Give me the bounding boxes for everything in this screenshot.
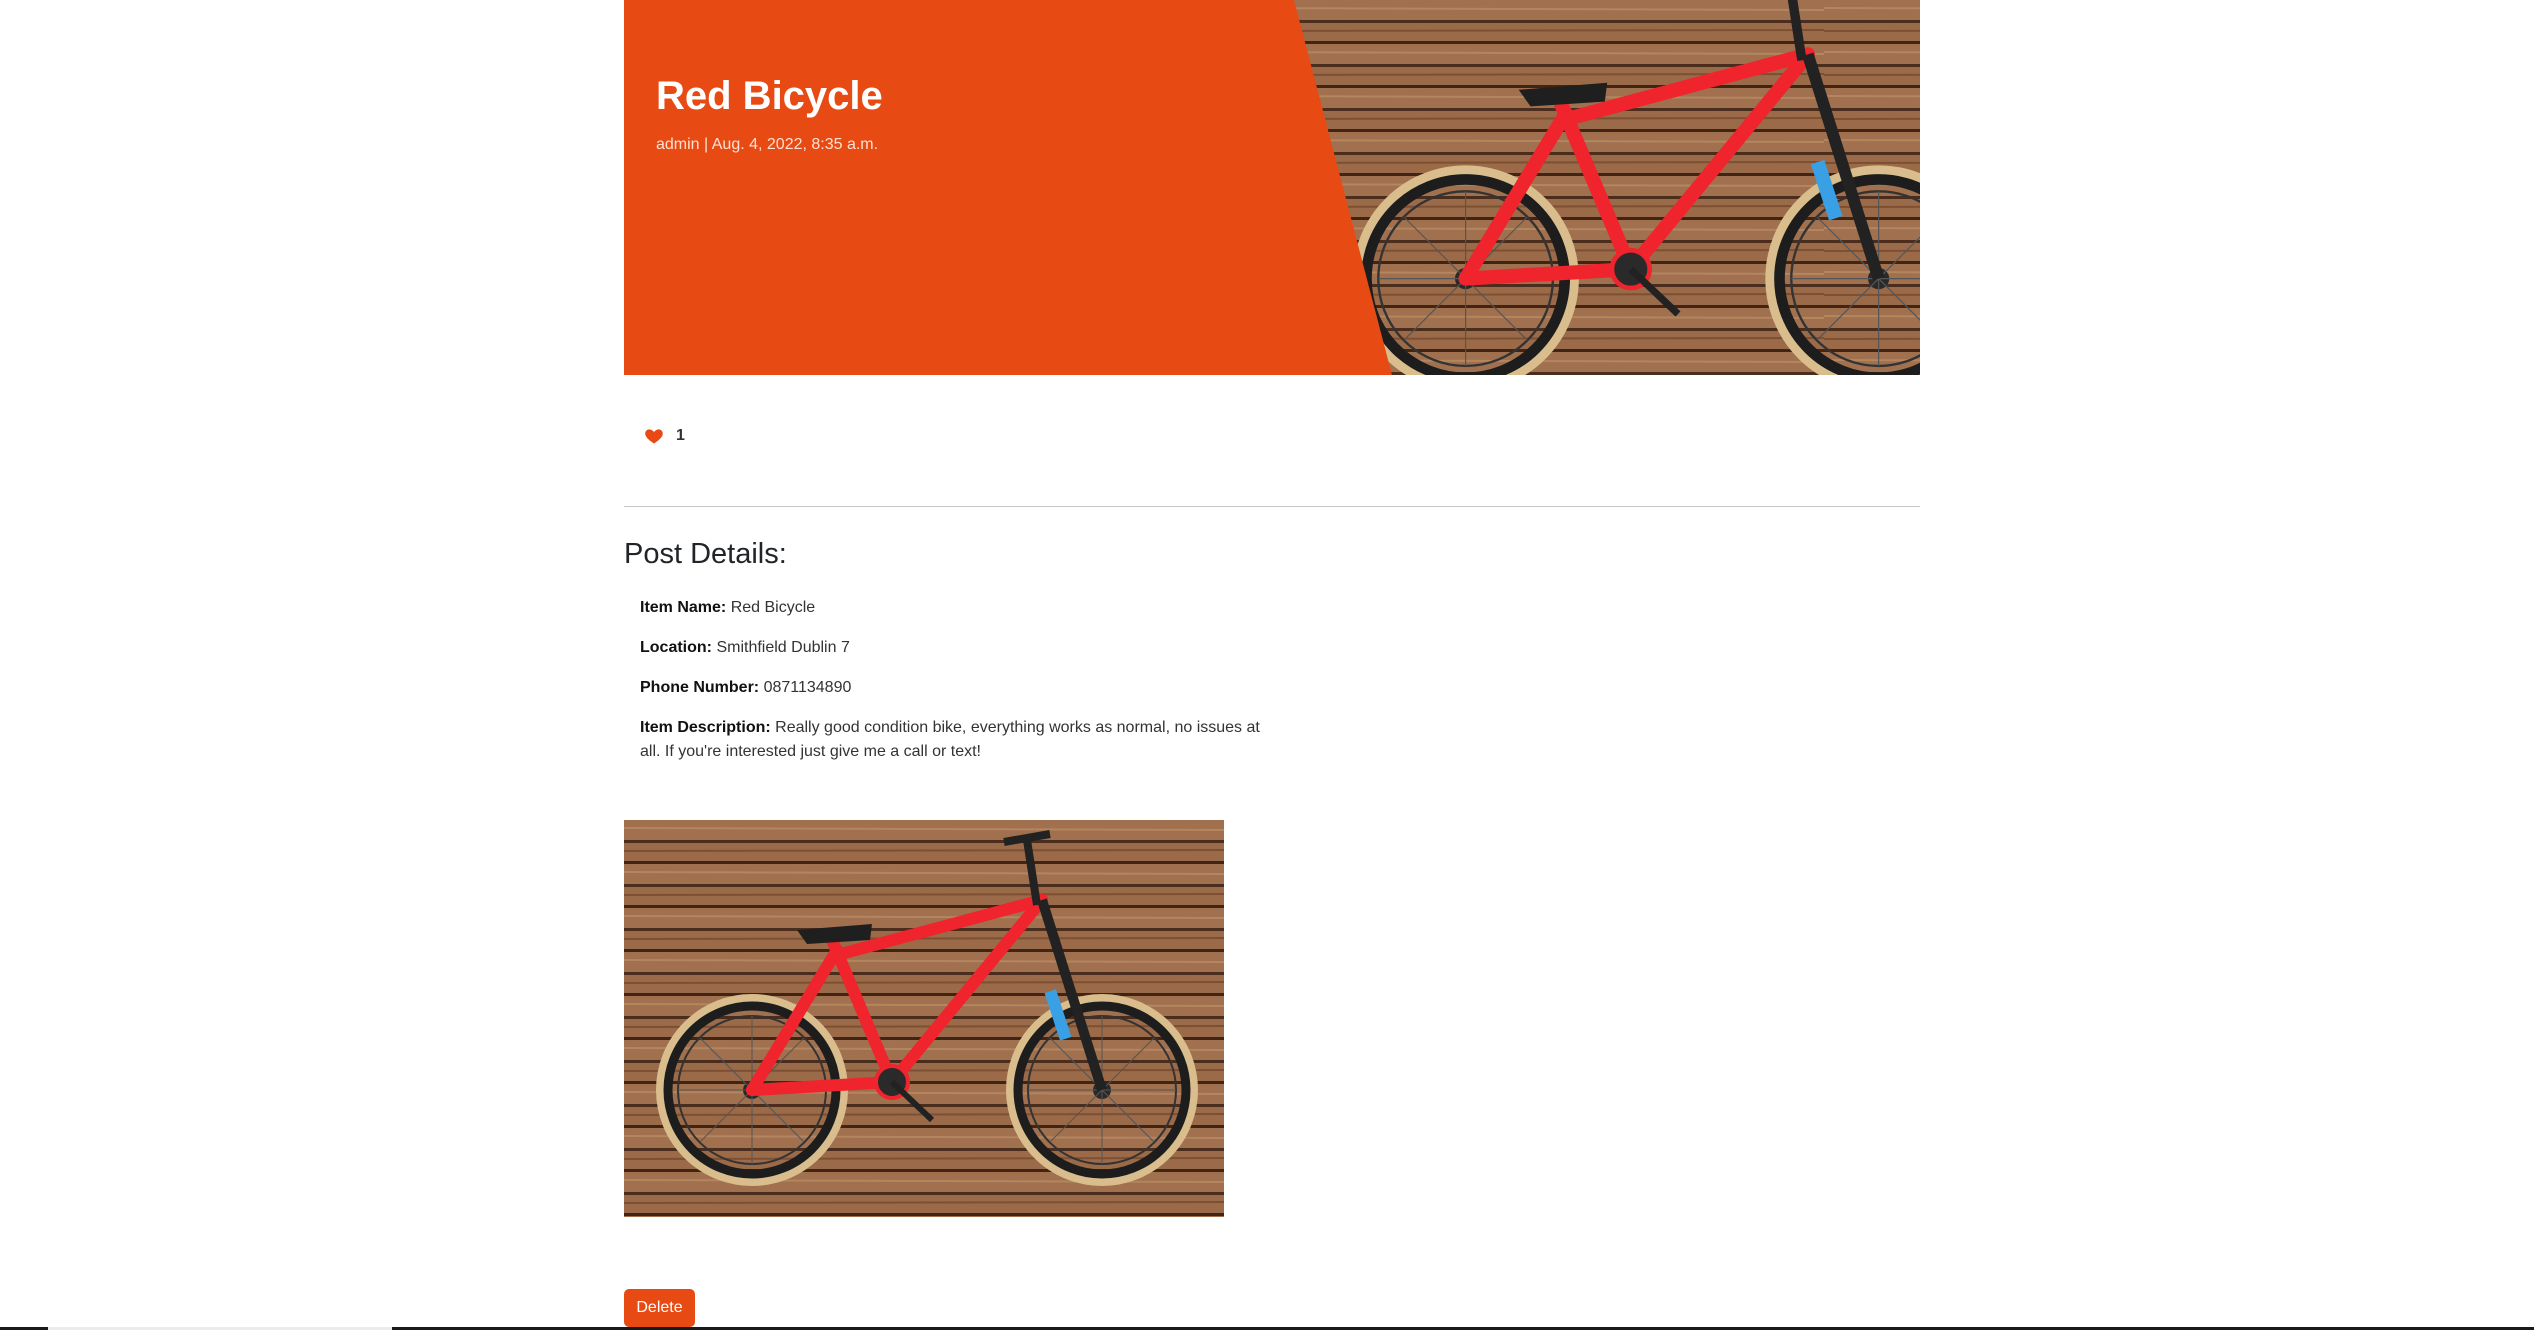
detail-location-label: Location: xyxy=(640,639,712,656)
heart-icon[interactable] xyxy=(644,426,664,446)
detail-description-label: Item Description: xyxy=(640,719,771,736)
detail-description: Item Description: Really good condition … xyxy=(640,716,1260,764)
post-hero-banner: Red Bicycle admin | Aug. 4, 2022, 8:35 a… xyxy=(624,0,1920,375)
hero-bicycle-image xyxy=(624,0,1920,375)
post-meta: admin | Aug. 4, 2022, 8:35 a.m. xyxy=(656,136,879,153)
post-bicycle-image xyxy=(624,820,1224,1217)
like-count: 1 xyxy=(676,427,685,444)
detail-phone: Phone Number: 0871134890 xyxy=(640,676,1260,700)
post-details-list: Item Name: Red Bicycle Location: Smithfi… xyxy=(640,596,1260,780)
detail-location-value: Smithfield Dublin 7 xyxy=(716,639,850,656)
delete-button[interactable]: Delete xyxy=(624,1289,695,1327)
detail-item-name-label: Item Name: xyxy=(640,599,727,616)
detail-location: Location: Smithfield Dublin 7 xyxy=(640,636,1260,660)
like-control[interactable]: 1 xyxy=(644,426,685,446)
post-title: Red Bicycle xyxy=(656,74,883,118)
section-divider xyxy=(624,506,1920,507)
post-container: Red Bicycle admin | Aug. 4, 2022, 8:35 a… xyxy=(624,0,1920,1330)
detail-phone-label: Phone Number: xyxy=(640,679,760,696)
detail-phone-value: 0871134890 xyxy=(763,679,852,696)
detail-item-name-value: Red Bicycle xyxy=(730,599,816,616)
detail-item-name: Item Name: Red Bicycle xyxy=(640,596,1260,620)
post-details-heading: Post Details: xyxy=(624,538,787,570)
